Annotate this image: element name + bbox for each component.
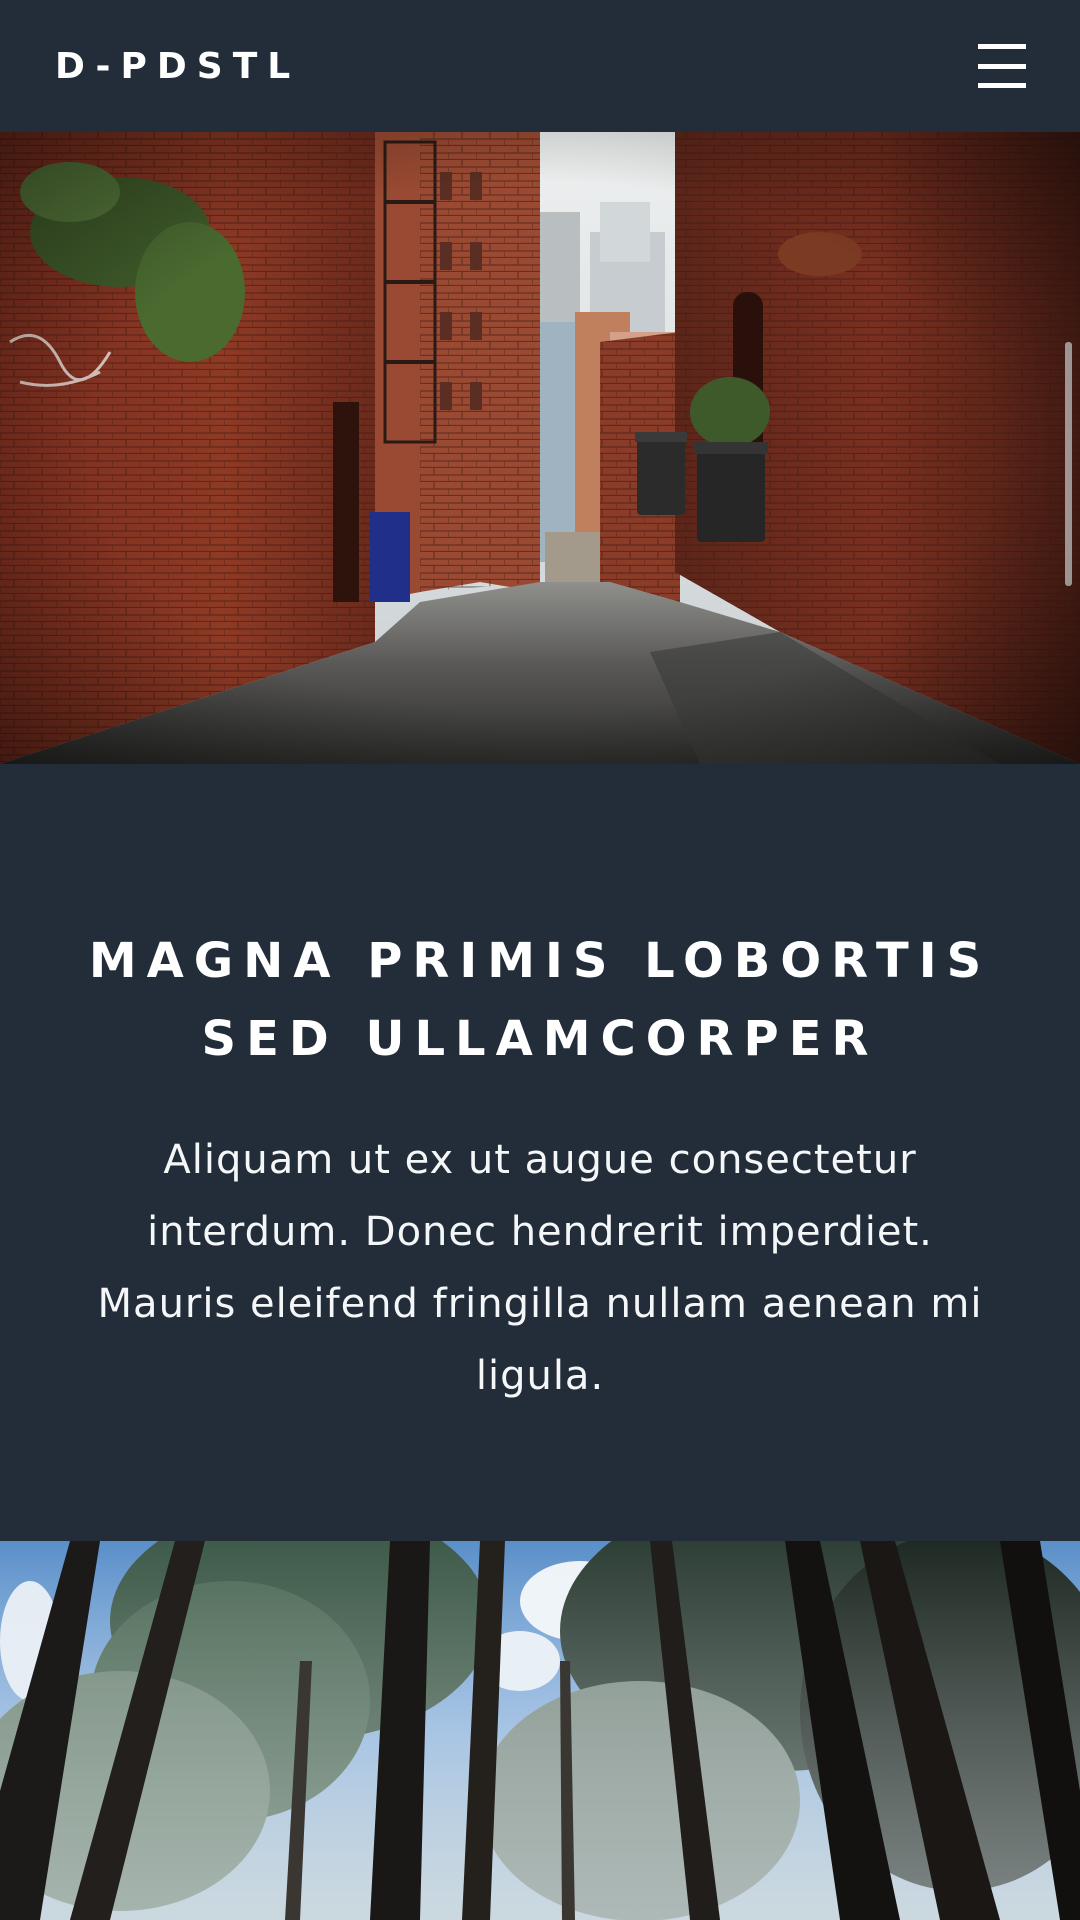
- intro-section: Magna primis lobortis sed ullamcorper Al…: [0, 764, 1080, 1541]
- alley-image: [0, 132, 1080, 764]
- forest-illustration: [0, 1541, 1080, 1920]
- page: D-PDSTL MAGNA PRIMIS LOBORTIS SED ULLAMC…: [0, 0, 1080, 1920]
- menu-bar-top: [978, 44, 1026, 49]
- site-logo[interactable]: D-PDSTL: [55, 46, 300, 87]
- alley-illustration: [0, 132, 1080, 764]
- scrollbar-thumb[interactable]: [1065, 342, 1072, 586]
- menu-bar-middle: [978, 63, 1026, 69]
- hamburger-menu-icon[interactable]: [978, 44, 1026, 88]
- menu-bar-bottom: [978, 83, 1026, 88]
- section-title: Magna primis lobortis sed ullamcorper: [88, 933, 992, 1067]
- forest-image: [0, 1541, 1080, 1920]
- section-text: Aliquam ut ex ut augue consectetur inter…: [97, 1137, 983, 1399]
- site-header: D-PDSTL: [0, 0, 1080, 132]
